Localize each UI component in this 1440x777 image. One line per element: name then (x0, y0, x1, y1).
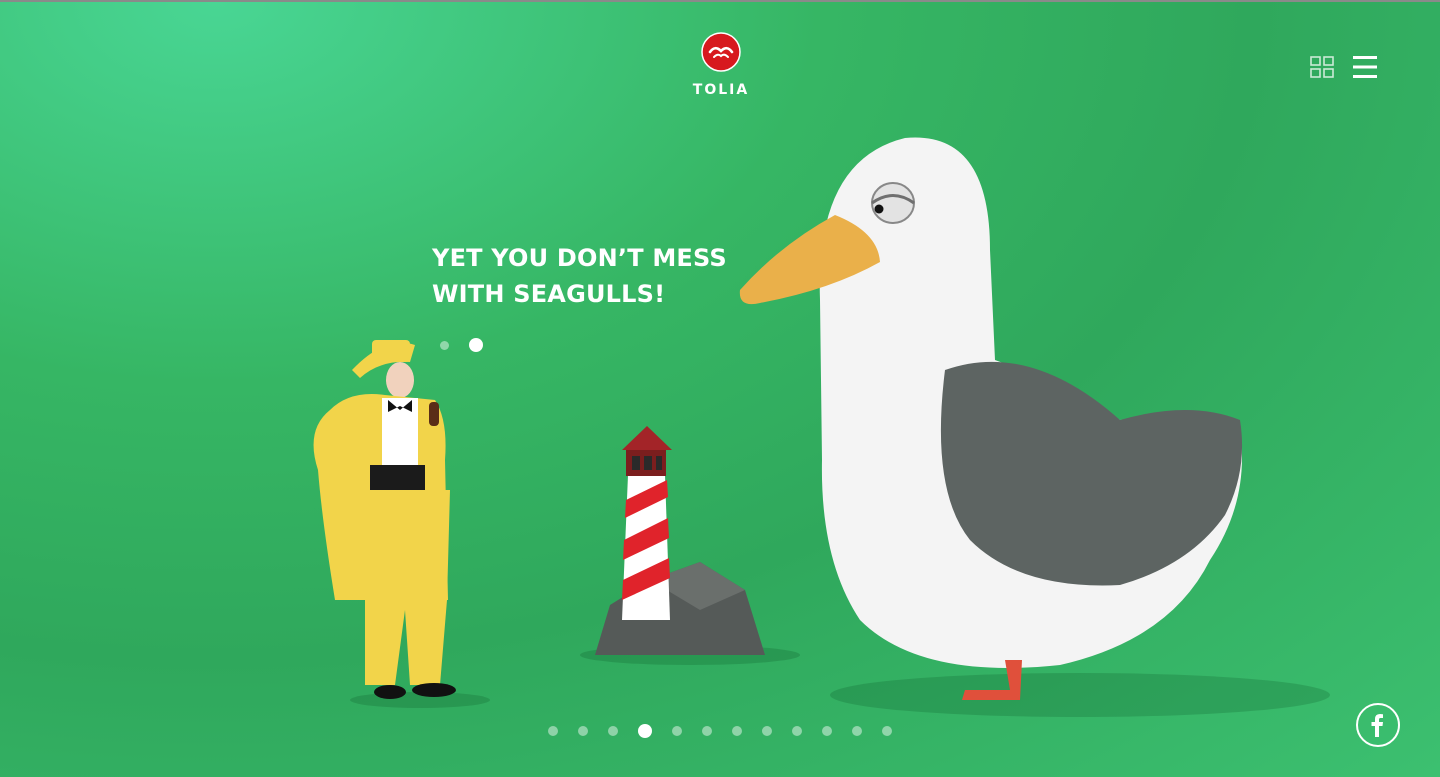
lighthouse-on-rock (595, 426, 765, 655)
page-dot[interactable] (702, 726, 712, 736)
page-dot[interactable] (792, 726, 802, 736)
top-border (0, 0, 1440, 2)
headline-line-1: YET YOU DON’T MESS (432, 244, 727, 272)
page-dot[interactable] (882, 726, 892, 736)
slide-pagination (548, 724, 892, 738)
slide-headline: YET YOU DON’T MESS WITH SEAGULLS! (432, 240, 727, 312)
page-dot[interactable] (822, 726, 832, 736)
page-dot[interactable] (852, 726, 862, 736)
menu-button[interactable] (1352, 54, 1378, 80)
headline-line-2: WITH SEAGULLS! (432, 280, 666, 308)
brand-name: TOLIA (692, 82, 750, 98)
page-dot[interactable] (608, 726, 618, 736)
grid-view-icon (1310, 56, 1334, 78)
sub-slide-dot[interactable] (440, 340, 449, 350)
facebook-icon (1371, 714, 1383, 737)
seagull-character (739, 137, 1243, 700)
sub-slide-dot[interactable] (469, 338, 483, 352)
brand-logo[interactable]: TOLIA (690, 32, 752, 98)
seagull-logo-icon (701, 32, 741, 72)
hero-illustration (313, 137, 1330, 717)
page-dot[interactable] (548, 726, 558, 736)
facebook-button[interactable] (1356, 703, 1400, 747)
page-dot[interactable] (638, 724, 652, 738)
grid-view-button[interactable] (1310, 56, 1334, 78)
page-dot[interactable] (672, 726, 682, 736)
man-in-yellow-suit (313, 340, 456, 699)
page-dot[interactable] (578, 726, 588, 736)
sub-slide-indicator (440, 338, 483, 352)
page-dot[interactable] (732, 726, 742, 736)
hamburger-menu-icon (1353, 56, 1377, 78)
page-dot[interactable] (762, 726, 772, 736)
